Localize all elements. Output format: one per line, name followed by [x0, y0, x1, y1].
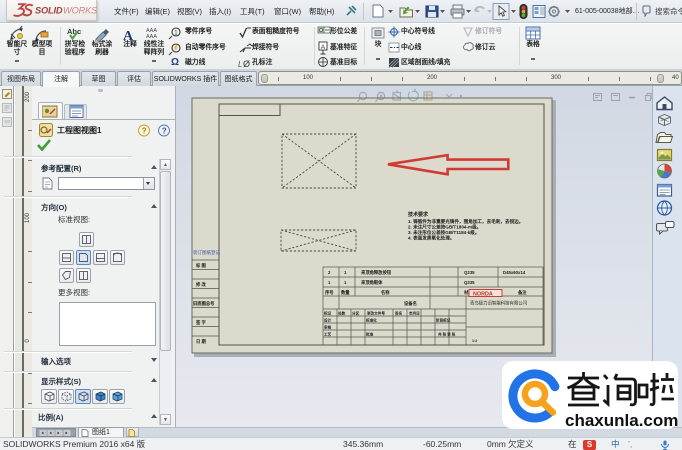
svg-text:?: ?: [162, 127, 167, 136]
svg-text:备注: 备注: [518, 289, 527, 296]
svg-text:工艺: 工艺: [324, 332, 332, 337]
svg-text:?: ?: [142, 127, 147, 136]
svg-text:审核: 审核: [324, 325, 332, 330]
svg-text:标记: 标记: [323, 311, 332, 316]
svg-text:分区: 分区: [352, 311, 360, 316]
svg-text:年月日: 年月日: [409, 311, 420, 316]
svg-text:D45x60x14: D45x60x14: [503, 270, 526, 275]
svg-text:Q235: Q235: [464, 270, 475, 275]
svg-text:更改文件号: 更改文件号: [366, 311, 385, 316]
svg-text:Q235: Q235: [464, 280, 475, 285]
svg-text:标准化: 标准化: [365, 318, 377, 323]
svg-text:Ω: Ω: [171, 57, 179, 68]
svg-text:NORDA: NORDA: [473, 291, 493, 297]
svg-text:chaxunla.com: chaxunla.com: [565, 411, 678, 429]
svg-text:装订图纸登记: 装订图纸登记: [193, 249, 220, 256]
svg-text:来顶角释放按钮: 来顶角释放按钮: [360, 269, 392, 276]
svg-text:设备名: 设备名: [404, 300, 417, 307]
svg-text:来顶角鞋体: 来顶角鞋体: [360, 279, 383, 286]
svg-text:标 图: 标 图: [195, 262, 206, 269]
svg-text:SOLID: SOLID: [35, 6, 63, 16]
svg-text:Abc: Abc: [67, 27, 81, 36]
svg-text:AAA: AAA: [146, 34, 157, 40]
svg-text:4. 表面发黑氧化处理。: 4. 表面发黑氧化处理。: [408, 235, 454, 242]
svg-text:签名: 签名: [395, 311, 403, 316]
svg-text:技术要求: 技术要求: [408, 211, 429, 218]
svg-text:阶段标记: 阶段标记: [436, 318, 451, 323]
svg-text:数量: 数量: [341, 289, 350, 296]
svg-text:序号: 序号: [325, 289, 334, 296]
svg-text:名称: 名称: [381, 289, 390, 296]
svg-text:Ø: Ø: [243, 59, 250, 69]
svg-text:设计: 设计: [324, 318, 332, 323]
svg-text:青岛极力迅智能科技有限公司: 青岛极力迅智能科技有限公司: [470, 300, 527, 307]
svg-text:修 改: 修 改: [195, 281, 206, 288]
svg-text:日 期: 日 期: [196, 338, 206, 345]
svg-text:L: L: [238, 60, 242, 69]
svg-text:旧底图总号: 旧底图总号: [193, 300, 215, 307]
svg-text:批准: 批准: [366, 332, 374, 337]
svg-text:处数: 处数: [337, 311, 346, 316]
svg-text:共 张 第 张: 共 张 第 张: [438, 332, 456, 337]
svg-text:WORKS: WORKS: [63, 6, 98, 16]
svg-text:1:2: 1:2: [472, 339, 477, 343]
svg-text:签 字: 签 字: [195, 319, 206, 326]
svg-text:A: A: [123, 29, 134, 44]
svg-text:A: A: [321, 44, 326, 51]
